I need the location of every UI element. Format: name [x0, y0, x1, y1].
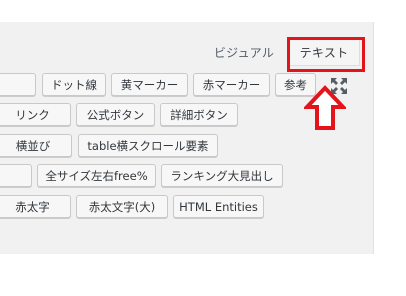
quicktag-red-bold[interactable]: 赤太字 — [0, 195, 71, 218]
quicktag-link[interactable]: リンク — [0, 103, 71, 126]
quicktag-red-marker[interactable]: 赤マーカー — [193, 73, 270, 96]
quicktag-dotted-line[interactable]: ドット線 — [42, 73, 106, 96]
quicktag-all-size-free[interactable]: 全サイズ左右free% — [37, 164, 156, 187]
quicktag-detail-button[interactable]: 詳細ボタン — [160, 103, 238, 126]
quicktag-yellow-marker[interactable]: 黄マーカー — [111, 73, 188, 96]
tab-visual[interactable]: ビジュアル — [205, 38, 283, 66]
quicktag-official-button[interactable]: 公式ボタン — [76, 103, 155, 126]
quicktag-side-by-side[interactable]: 横並び — [0, 134, 72, 157]
quicktag-red-bold-large[interactable]: 赤太文字(大) — [76, 195, 168, 218]
tab-text[interactable]: テキスト — [288, 38, 360, 66]
quicktag-button-cut-2[interactable] — [0, 164, 32, 187]
annotation-arrow-up-icon — [304, 85, 346, 130]
quicktag-html-entities[interactable]: HTML Entities — [173, 195, 264, 218]
quicktag-ranking-heading[interactable]: ランキング大見出し — [161, 164, 283, 187]
quicktag-table-scroll[interactable]: table横スクロール要素 — [78, 134, 218, 157]
quicktag-button-cut[interactable] — [0, 73, 36, 96]
